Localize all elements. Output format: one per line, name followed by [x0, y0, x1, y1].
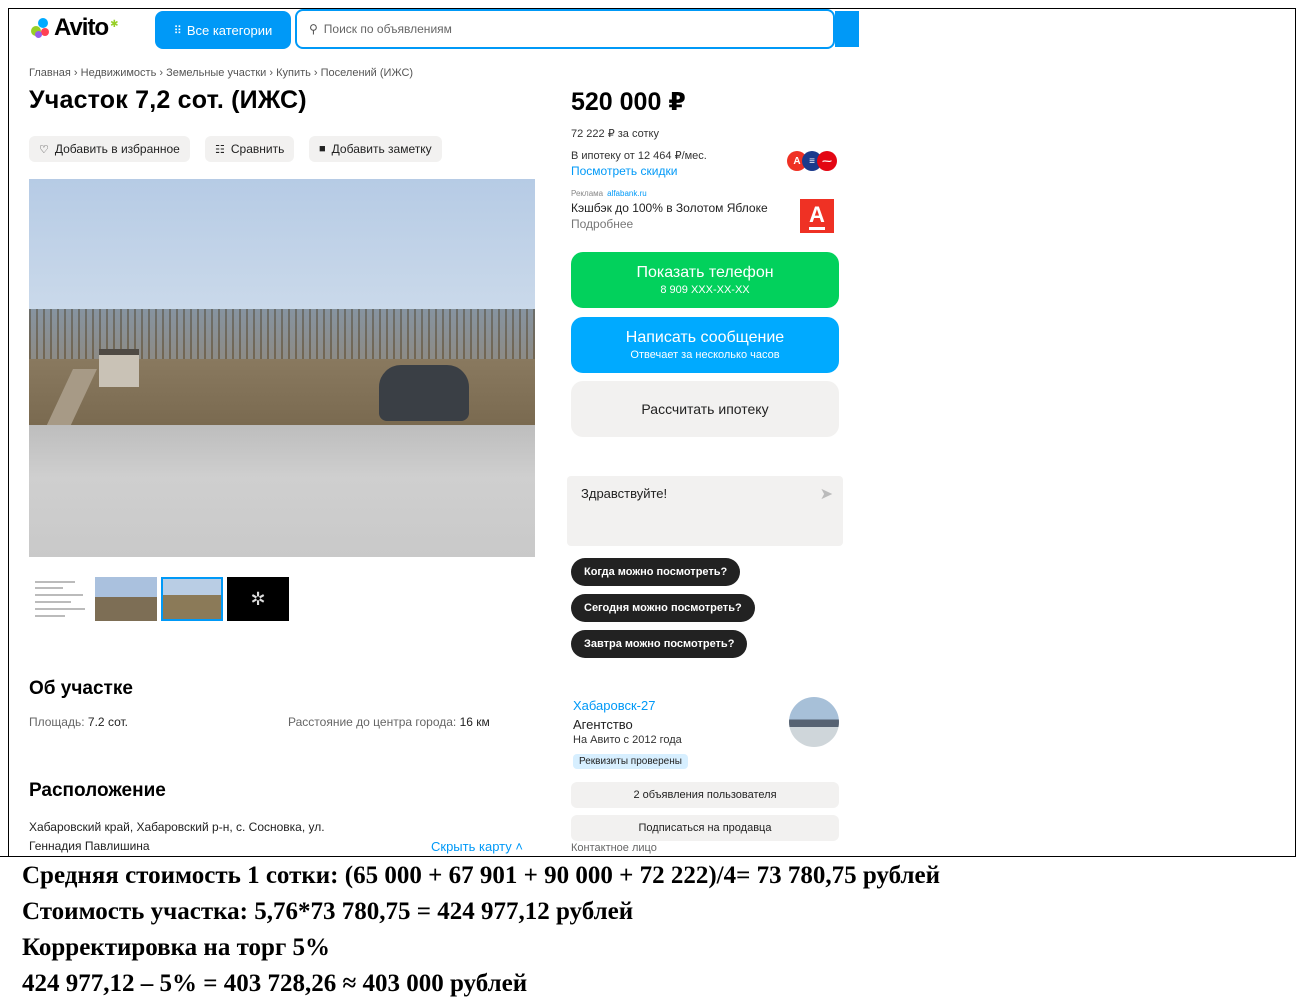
- show-phone-button[interactable]: Показать телефон 8 909 XXX-XX-XX: [571, 252, 839, 308]
- compare-label: Сравнить: [230, 142, 285, 156]
- response-time: Отвечает за несколько часов: [630, 349, 780, 361]
- search-placeholder: Поиск по объявлениям: [323, 22, 452, 36]
- ad-more-link[interactable]: Подробнее: [571, 217, 633, 231]
- page-title: Участок 7,2 сот. (ИЖС): [29, 86, 307, 114]
- hide-map-link[interactable]: Скрыть карту ˄: [431, 839, 523, 854]
- all-categories-label: Все категории: [186, 22, 273, 38]
- phone-masked: 8 909 XXX-XX-XX: [660, 284, 750, 296]
- area-value: 7.2 сот.: [87, 715, 128, 729]
- main-photo[interactable]: [29, 179, 535, 557]
- verified-badge: Реквизиты проверены: [573, 754, 688, 769]
- address-line-1: Хабаровский край, Хабаровский р-н, с. Со…: [29, 820, 325, 834]
- address-line-2: Геннадия Павлишина: [29, 839, 150, 853]
- area-param: Площадь: 7.2 сот.: [29, 715, 128, 729]
- logo-text: Avito: [54, 14, 109, 41]
- seller-type: Агентство: [573, 717, 633, 732]
- contact-person-label: Контактное лицо: [571, 842, 657, 854]
- quick-reply-button[interactable]: Завтра можно посмотреть?: [571, 630, 748, 658]
- ad-label: Реклама alfabank.ru: [571, 189, 647, 198]
- search-icon: ⚲: [309, 22, 318, 36]
- chat-message-text: Здравствуйте!: [581, 486, 668, 501]
- heart-icon: ♡: [39, 143, 49, 156]
- write-message-button[interactable]: Написать сообщение Отвечает за несколько…: [571, 317, 839, 373]
- quick-reply-button[interactable]: Когда можно посмотреть?: [571, 558, 741, 586]
- logo-spark-icon: ✱: [110, 19, 119, 30]
- search-button[interactable]: [835, 11, 859, 47]
- all-categories-button[interactable]: ⠿ Все категории: [155, 11, 291, 49]
- ad-domain[interactable]: alfabank.ru: [607, 189, 647, 198]
- compare-button[interactable]: ☷ Сравнить: [205, 136, 295, 162]
- alfa-bank-logo-icon[interactable]: А: [800, 199, 834, 233]
- add-favorite-label: Добавить в избранное: [54, 142, 180, 156]
- breadcrumb[interactable]: Главная › Недвижимость › Земельные участ…: [29, 67, 413, 79]
- chat-message-input[interactable]: Здравствуйте! ➤: [567, 476, 843, 546]
- calculate-mortgage-button[interactable]: Рассчитать ипотеку: [571, 381, 839, 437]
- avito-logo[interactable]: Avito ✱: [29, 13, 120, 43]
- thumbnail-photo-selected[interactable]: [161, 577, 223, 621]
- seller-listings-button[interactable]: 2 объявления пользователя: [571, 782, 839, 808]
- thumbnail-document[interactable]: [31, 577, 93, 621]
- note-icon: ■: [319, 143, 326, 155]
- grid-icon: ⠿: [173, 24, 182, 37]
- area-label: Площадь:: [29, 715, 85, 729]
- show-phone-label: Показать телефон: [636, 264, 774, 281]
- price: 520 000 ₽: [571, 88, 686, 116]
- distance-label: Расстояние до центра города:: [288, 715, 457, 729]
- screenshot-frame: Avito ✱ ⠿ Все категории ⚲ Поиск по объяв…: [8, 8, 1296, 856]
- seller-name-link[interactable]: Хабаровск-27: [573, 698, 655, 713]
- write-message-label: Написать сообщение: [625, 329, 785, 346]
- discounts-link[interactable]: Посмотреть скидки: [571, 164, 677, 178]
- price-per-unit: 72 222 ₽ за сотку: [571, 128, 659, 140]
- search-input[interactable]: ⚲ Поиск по объявлениям: [295, 9, 835, 49]
- add-note-button[interactable]: ■ Добавить заметку: [309, 136, 442, 162]
- location-heading: Расположение: [29, 780, 166, 801]
- calc-line-result: 424 977,12 – 5% = 403 728,26 ≈ 403 000 р…: [22, 970, 528, 997]
- seller-avatar[interactable]: [789, 697, 839, 747]
- alfa-logo-letter: А: [809, 202, 825, 230]
- bank-icon: ⁓: [817, 151, 837, 171]
- quick-reply-button[interactable]: Сегодня можно посмотреть?: [571, 594, 755, 622]
- send-icon[interactable]: ➤: [820, 484, 833, 504]
- address: Хабаровский край, Хабаровский р-н, с. Со…: [29, 818, 389, 856]
- seller-since: На Авито с 2012 года: [573, 734, 682, 746]
- calc-line-average: Средняя стоимость 1 сотки: (65 000 + 67 …: [22, 862, 940, 889]
- compare-icon: ☷: [215, 143, 225, 156]
- distance-value: 16 км: [459, 715, 490, 729]
- ad-text[interactable]: Кэшбэк до 100% в Золотом Яблоке: [571, 201, 768, 215]
- calculate-mortgage-label: Рассчитать ипотеку: [641, 401, 769, 417]
- thumbnail-more[interactable]: ✲: [227, 577, 289, 621]
- ad-label-text: Реклама: [571, 189, 604, 198]
- add-favorite-button[interactable]: ♡ Добавить в избранное: [29, 136, 190, 162]
- logo-dots-icon: [29, 16, 53, 40]
- bank-logos[interactable]: А ≡ ⁓: [787, 151, 841, 171]
- about-heading: Об участке: [29, 678, 133, 699]
- add-note-label: Добавить заметку: [331, 142, 432, 156]
- calc-line-adjustment: Корректировка на торг 5%: [22, 934, 331, 961]
- subscribe-seller-button[interactable]: Подписаться на продавца: [571, 815, 839, 841]
- calc-line-plot-value: Стоимость участка: 5,76*73 780,75 = 424 …: [22, 898, 634, 925]
- thumbnail-photo[interactable]: [95, 577, 157, 621]
- gear-icon: ✲: [250, 588, 266, 609]
- mortgage-estimate: В ипотеку от 12 464 ₽/мес.: [571, 150, 707, 162]
- distance-param: Расстояние до центра города: 16 км: [288, 715, 490, 729]
